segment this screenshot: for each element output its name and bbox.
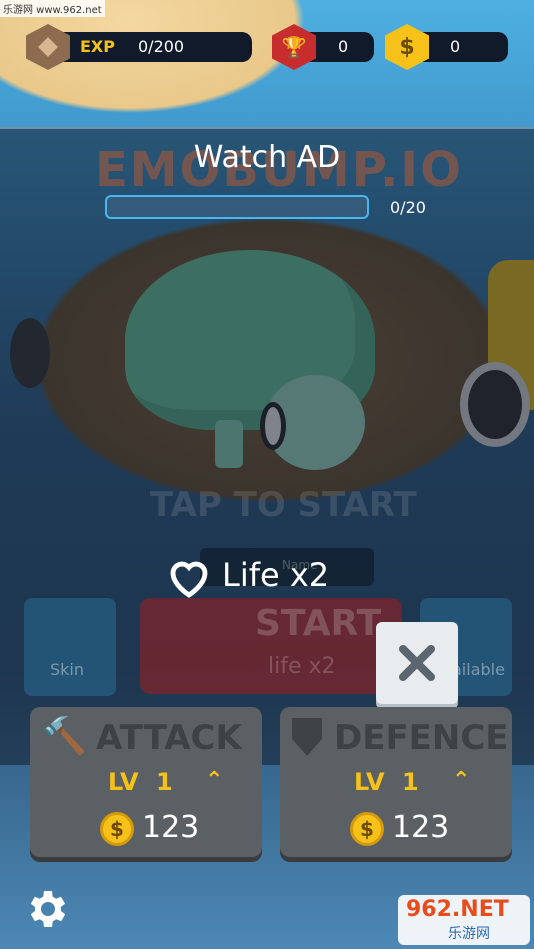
available-label: ailable	[452, 660, 505, 679]
gear-icon	[30, 891, 66, 927]
skin-button	[24, 598, 116, 696]
settings-button[interactable]	[22, 885, 70, 933]
ad-progress-bar	[105, 195, 369, 219]
defence-level-label: LV	[354, 768, 385, 796]
attack-level-label: LV	[108, 768, 139, 796]
defence-level-value: 1	[402, 768, 419, 796]
watermark-sub: 乐游网	[448, 926, 490, 942]
exp-value: 0/200	[138, 37, 185, 56]
attack-upgrade-arrow-icon: ⌃	[205, 768, 224, 793]
reward-label: Life x2	[222, 556, 330, 594]
coin-value: 0	[450, 37, 461, 56]
ad-progress-text: 0/20	[390, 198, 426, 217]
watermark-top: 乐游网 www.962.net	[0, 0, 105, 17]
trophy-value: 0	[338, 37, 349, 56]
watermark-brand: 962.NET	[406, 897, 509, 922]
defence-cost: 123	[392, 810, 450, 845]
attack-cost-coin-icon: $	[100, 812, 134, 846]
close-button[interactable]	[376, 622, 458, 704]
skin-label: Skin	[50, 660, 85, 679]
reward-heart-icon	[165, 553, 213, 601]
hammer-icon: 🔨	[42, 716, 87, 757]
attack-level-value: 1	[156, 768, 173, 796]
watermark-bottom: 962.NET 乐游网	[398, 895, 530, 945]
defence-title: DEFENCE	[334, 718, 509, 758]
tap-to-start-hint: TAP TO START	[150, 485, 417, 525]
defence-upgrade-arrow-icon: ⌃	[452, 768, 471, 793]
exp-label: EXP	[80, 37, 115, 56]
start-sub-label: life x2	[268, 654, 336, 679]
close-icon	[399, 645, 435, 681]
attack-cost: 123	[142, 810, 200, 845]
defence-cost-coin-icon: $	[350, 812, 384, 846]
start-label: START	[255, 603, 382, 644]
attack-title: ATTACK	[96, 718, 242, 758]
watch-ad-title: Watch AD	[193, 140, 341, 175]
